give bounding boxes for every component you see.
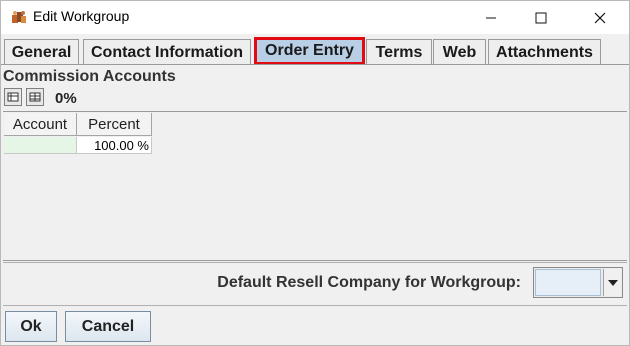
tab-order-entry[interactable]: Order Entry — [254, 37, 365, 65]
tab-strip: General Contact Information Order Entry … — [1, 37, 629, 65]
tab-attachments[interactable]: Attachments — [488, 39, 601, 65]
tab-divider — [1, 64, 629, 65]
cancel-button[interactable]: Cancel — [65, 311, 151, 342]
close-icon — [594, 12, 606, 23]
maximize-button[interactable] — [518, 1, 564, 34]
delete-row-icon — [29, 92, 41, 102]
cell-account[interactable] — [4, 137, 77, 154]
column-header-account[interactable]: Account — [4, 113, 77, 136]
tab-web[interactable]: Web — [433, 39, 486, 65]
resell-company-select[interactable] — [533, 267, 623, 298]
resell-company-value[interactable] — [535, 269, 601, 296]
tab-terms[interactable]: Terms — [366, 39, 432, 65]
tab-general[interactable]: General — [4, 39, 79, 65]
maximize-icon — [535, 12, 547, 23]
resell-company-label: Default Resell Company for Workgroup: — [217, 274, 521, 291]
ok-button[interactable]: Ok — [5, 311, 57, 342]
edit-workgroup-window: Edit Workgroup General Contact Informati… — [0, 0, 630, 346]
column-header-percent[interactable]: Percent — [77, 113, 152, 136]
delete-row-button[interactable] — [26, 88, 44, 106]
tab-contact-information[interactable]: Contact Information — [83, 39, 251, 65]
divider — [3, 305, 627, 306]
close-button[interactable] — [577, 1, 623, 34]
chevron-down-icon — [607, 279, 618, 286]
window-title: Edit Workgroup — [33, 8, 130, 24]
add-row-button[interactable] — [4, 88, 22, 106]
add-row-icon — [7, 92, 19, 102]
workgroup-app-icon — [12, 11, 26, 23]
total-percent: 0% — [55, 90, 77, 107]
minimize-icon — [486, 17, 496, 18]
title-bar[interactable]: Edit Workgroup — [1, 1, 629, 34]
section-title: Commission Accounts — [3, 68, 176, 85]
divider — [3, 262, 627, 263]
dropdown-button[interactable] — [603, 269, 621, 296]
cell-percent[interactable]: 100.00 % — [77, 137, 152, 154]
minimize-button[interactable] — [468, 1, 514, 34]
